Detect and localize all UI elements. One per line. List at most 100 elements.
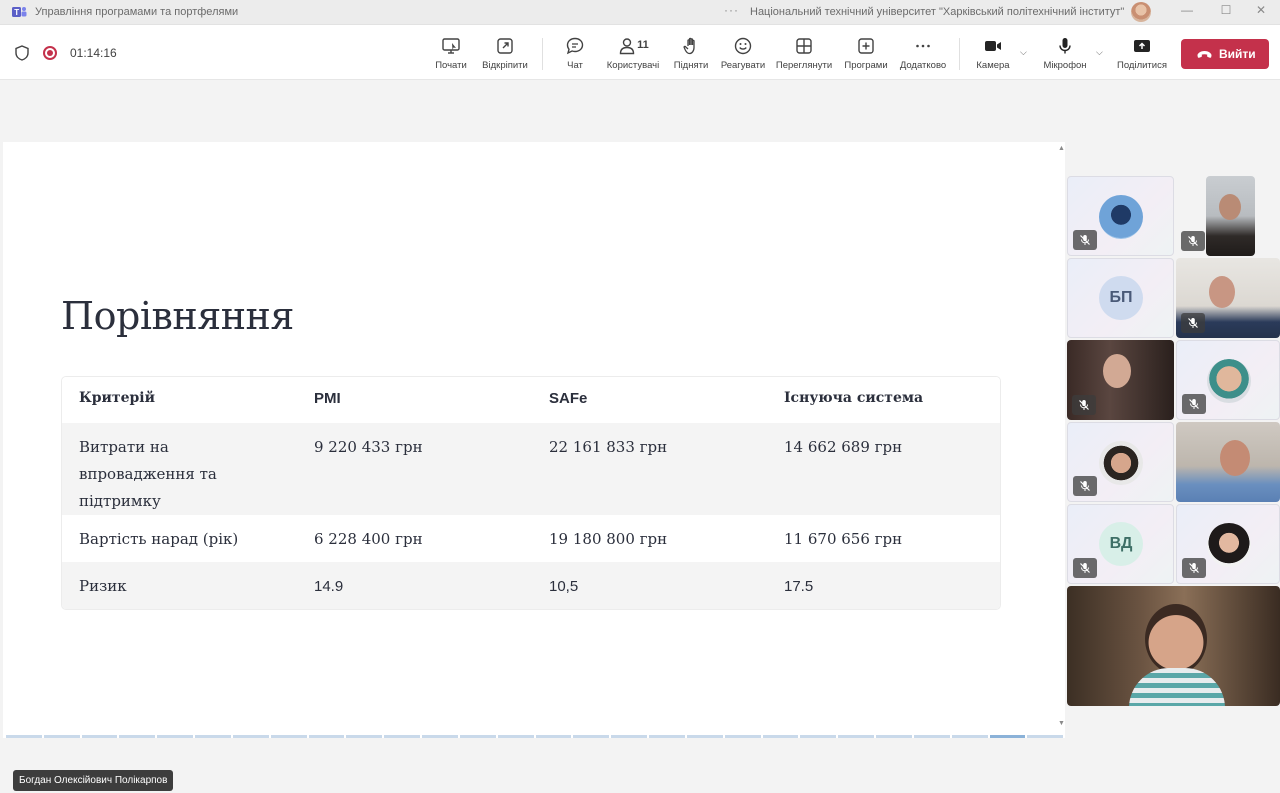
table-row: Витрати на впровадження та підтримку 9 2… bbox=[62, 423, 1000, 515]
table-cell: 10,5 bbox=[532, 562, 767, 609]
presenter-name-tag: Богдан Олексійович Полікарпов bbox=[13, 770, 174, 791]
participant-face bbox=[1209, 276, 1235, 308]
phone-hangup-icon bbox=[1197, 51, 1212, 58]
table-cell: 9 220 433 грн bbox=[297, 423, 532, 515]
table-cell: 6 228 400 грн bbox=[297, 515, 532, 562]
mic-muted-indicator bbox=[1182, 558, 1206, 578]
chat-icon bbox=[566, 37, 584, 55]
teams-logo-icon: T bbox=[12, 7, 27, 17]
organization-name: Національний технічний університет "Харк… bbox=[750, 6, 1125, 18]
table-header-row: Критерій PMI SAFe Існуюча система bbox=[62, 377, 1000, 423]
toolbar-divider bbox=[959, 38, 960, 70]
mic-muted-indicator bbox=[1181, 231, 1205, 251]
table-cell: 14 662 689 грн bbox=[767, 423, 1000, 515]
raise-hand-label: Підняти bbox=[673, 60, 709, 71]
people-label: Користувачі bbox=[606, 60, 660, 71]
mic-off-icon bbox=[1080, 563, 1090, 573]
microphone-button[interactable]: Мікрофон bbox=[1040, 36, 1090, 74]
camera-label: Камера bbox=[976, 60, 1010, 71]
microphone-icon bbox=[1059, 38, 1071, 54]
mic-off-icon bbox=[1080, 481, 1090, 491]
mic-off-icon bbox=[1189, 563, 1199, 573]
participant-initials: БП bbox=[1099, 276, 1143, 320]
more-dots-icon bbox=[916, 44, 930, 48]
leave-button[interactable]: Вийти bbox=[1181, 39, 1269, 69]
mic-off-icon bbox=[1079, 400, 1089, 410]
participant-video-tile[interactable] bbox=[1206, 176, 1255, 256]
people-button[interactable]: 11 Користувачі bbox=[603, 36, 663, 74]
grid-view-icon bbox=[796, 38, 812, 54]
raise-hand-button[interactable]: Підняти bbox=[669, 36, 713, 74]
participant-video-tile[interactable] bbox=[1067, 340, 1174, 420]
header-existing-system: Існуюча система bbox=[767, 377, 1000, 423]
participant-shirt bbox=[1129, 668, 1225, 706]
active-speaker-video[interactable] bbox=[1067, 586, 1280, 706]
header-criterion: Критерій bbox=[62, 377, 297, 423]
mic-off-icon bbox=[1188, 236, 1198, 246]
participant-video-tile[interactable] bbox=[1176, 258, 1280, 338]
table-cell: Вартість нарад (рік) bbox=[62, 515, 297, 562]
minimize-button[interactable]: — bbox=[1176, 3, 1198, 21]
share-button[interactable]: Поділитися bbox=[1114, 36, 1170, 74]
table-cell: 17.5 bbox=[767, 562, 1000, 609]
share-start-button[interactable]: Почати bbox=[428, 36, 474, 74]
share-label: Поділитися bbox=[1117, 60, 1167, 71]
chat-label: Чат bbox=[567, 60, 583, 71]
record-icon bbox=[43, 46, 57, 60]
table-cell: 22 161 833 грн bbox=[532, 423, 767, 515]
react-label: Реагувати bbox=[720, 60, 766, 71]
table-cell: Витрати на впровадження та підтримку bbox=[62, 423, 297, 515]
view-label: Переглянути bbox=[775, 60, 833, 71]
more-label: Додатково bbox=[899, 60, 947, 71]
scroll-up-arrow-icon[interactable]: ▲ bbox=[1058, 145, 1065, 152]
toolbar-divider bbox=[542, 38, 543, 70]
mic-off-icon bbox=[1189, 399, 1199, 409]
participant-tile[interactable] bbox=[1176, 340, 1280, 420]
apps-button[interactable]: Програми bbox=[840, 36, 892, 74]
participant-video-tile[interactable] bbox=[1176, 422, 1280, 502]
close-window-button[interactable]: ✕ bbox=[1250, 3, 1272, 21]
profile-avatar[interactable] bbox=[1131, 2, 1151, 22]
maximize-button[interactable]: ☐ bbox=[1215, 3, 1237, 21]
chat-button[interactable]: Чат bbox=[555, 36, 595, 74]
scroll-down-arrow-icon[interactable]: ▼ bbox=[1058, 720, 1065, 727]
more-button[interactable]: Додатково bbox=[897, 36, 949, 74]
popout-button[interactable]: Відкріпити bbox=[478, 36, 532, 74]
mic-off-icon bbox=[1080, 235, 1090, 245]
shared-presentation: Порівняння Критерій PMI SAFe Існуюча сис… bbox=[3, 142, 1065, 738]
leave-label: Вийти bbox=[1219, 47, 1256, 61]
table-row: Вартість нарад (рік) 6 228 400 грн 19 18… bbox=[62, 515, 1000, 562]
view-button[interactable]: Переглянути bbox=[773, 36, 835, 74]
mic-options-chevron-icon[interactable]: ⌵ bbox=[1096, 47, 1103, 58]
camera-icon bbox=[985, 41, 1001, 51]
mic-off-icon bbox=[1188, 318, 1198, 328]
share-tray-icon bbox=[1134, 40, 1150, 52]
meeting-toolbar: 01:14:16 Почати Відкріпити Чат 11 Корист… bbox=[0, 25, 1280, 80]
mic-muted-indicator bbox=[1182, 394, 1206, 414]
more-options-icon[interactable]: ··· bbox=[724, 3, 739, 17]
table-cell: Ризик bbox=[62, 562, 297, 609]
participant-tile[interactable] bbox=[1067, 422, 1174, 502]
participant-avatar bbox=[1099, 195, 1143, 239]
comparison-table: Критерій PMI SAFe Існуюча система Витрат… bbox=[61, 376, 1001, 610]
microphone-label: Мікрофон bbox=[1043, 60, 1087, 71]
react-button[interactable]: Реагувати bbox=[719, 36, 767, 74]
table-row: Ризик 14.9 10,5 17.5 bbox=[62, 562, 1000, 609]
header-safe: SAFe bbox=[532, 377, 767, 423]
table-cell: 19 180 800 грн bbox=[532, 515, 767, 562]
people-icon bbox=[619, 38, 635, 55]
shield-icon[interactable] bbox=[15, 45, 29, 61]
participant-tile[interactable] bbox=[1067, 176, 1174, 256]
mic-muted-indicator bbox=[1073, 476, 1097, 496]
participant-avatar bbox=[1207, 359, 1251, 403]
participant-tile[interactable] bbox=[1176, 504, 1280, 584]
participant-tile[interactable]: БП bbox=[1067, 258, 1174, 338]
slide-progress-bar bbox=[6, 735, 1064, 739]
mic-muted-indicator bbox=[1073, 230, 1097, 250]
camera-options-chevron-icon[interactable]: ⌵ bbox=[1020, 47, 1027, 58]
smiley-icon bbox=[734, 37, 752, 55]
participant-face bbox=[1145, 604, 1207, 674]
camera-button[interactable]: Камера bbox=[973, 36, 1013, 74]
participant-tile[interactable]: ВД bbox=[1067, 504, 1174, 584]
apps-label: Програми bbox=[844, 60, 888, 71]
